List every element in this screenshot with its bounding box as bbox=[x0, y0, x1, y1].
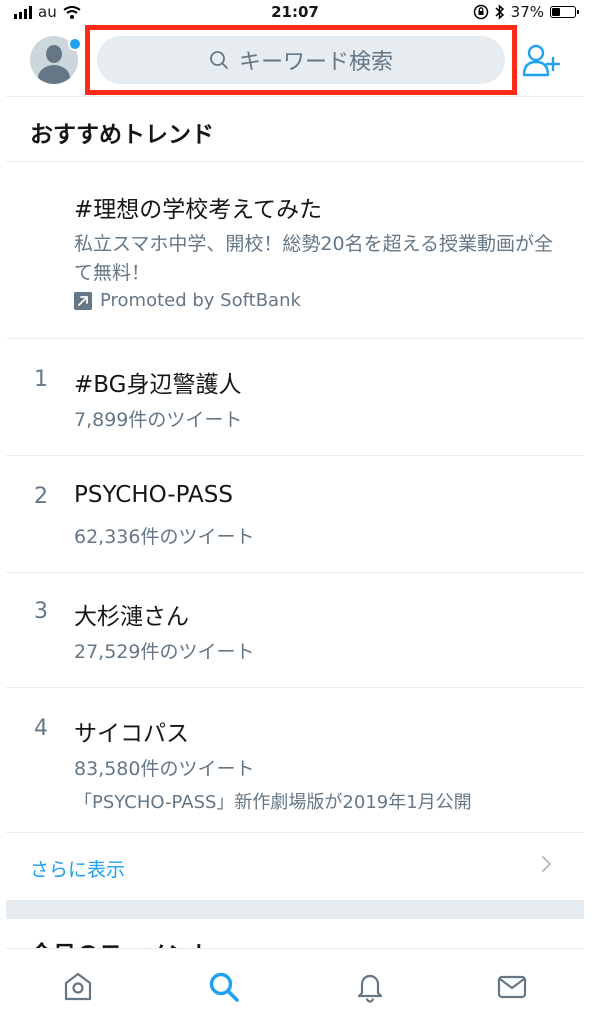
trend-rank: 3 bbox=[34, 599, 48, 624]
add-user-icon[interactable] bbox=[522, 42, 560, 80]
mail-icon bbox=[497, 975, 527, 999]
trend-tweet-count: 83,580件のツイート bbox=[74, 758, 255, 780]
notification-dot bbox=[68, 37, 82, 51]
home-icon bbox=[64, 972, 92, 1001]
show-more-link[interactable]: さらに表示 bbox=[30, 855, 125, 882]
tab-messages[interactable] bbox=[492, 967, 532, 1007]
trend-name: サイコパス bbox=[74, 721, 189, 747]
trend-name: PSYCHO-PASS bbox=[74, 482, 233, 508]
search-input[interactable]: キーワード検索 bbox=[97, 36, 505, 84]
trend-rank: 1 bbox=[34, 367, 48, 392]
chevron-right-icon bbox=[542, 856, 552, 872]
search-placeholder: キーワード検索 bbox=[238, 50, 393, 75]
search-icon bbox=[209, 972, 239, 1002]
trend-rank: 2 bbox=[34, 484, 48, 509]
trend-item[interactable]: 3 大杉漣さん 27,529件のツイート bbox=[6, 573, 584, 688]
trend-item[interactable]: 1 #BG身辺警護人 7,899件のツイート bbox=[6, 339, 584, 456]
promoted-by: Promoted by SoftBank bbox=[74, 290, 301, 311]
trend-description: 「PSYCHO-PASS」新作劇場版が2019年1月公開 bbox=[74, 792, 472, 813]
trend-item[interactable]: 4 サイコパス 83,580件のツイート 「PSYCHO-PASS」新作劇場版が… bbox=[6, 688, 584, 833]
trend-tweet-count: 62,336件のツイート bbox=[74, 526, 255, 548]
bell-icon bbox=[357, 974, 383, 1003]
battery-percent: 37% bbox=[510, 3, 544, 21]
app-screen: au 21:07 37% キーワード検索 おすすめトレンド #理想の学校考えてみ… bbox=[6, 0, 584, 1024]
trend-item[interactable]: 2 PSYCHO-PASS 62,336件のツイート bbox=[6, 456, 584, 573]
show-more-row[interactable]: さらに表示 bbox=[6, 833, 584, 901]
search-icon bbox=[210, 51, 228, 69]
trend-tweet-count: 7,899件のツイート bbox=[74, 409, 243, 431]
promoted-trend[interactable]: #理想の学校考えてみた 私立スマホ中学、開校！総勢20名を超える授業動画が全て無… bbox=[6, 162, 584, 339]
status-bar: au 21:07 37% bbox=[6, 0, 584, 24]
promoted-icon bbox=[74, 291, 92, 310]
trend-name: 大杉漣さん bbox=[74, 604, 189, 630]
orientation-lock-icon bbox=[473, 4, 488, 20]
promoted-by-label: Promoted by SoftBank bbox=[100, 290, 301, 311]
tab-explore[interactable] bbox=[204, 967, 244, 1007]
bluetooth-icon bbox=[495, 4, 504, 20]
battery-icon bbox=[550, 6, 579, 18]
status-right: 37% bbox=[473, 3, 579, 21]
tab-bar bbox=[6, 948, 584, 1024]
trend-name: #BG身辺警護人 bbox=[74, 372, 242, 398]
battery-fill bbox=[552, 8, 560, 16]
promoted-trend-description: 私立スマホ中学、開校！総勢20名を超える授業動画が全て無料！ bbox=[74, 233, 554, 284]
promoted-trend-name: #理想の学校考えてみた bbox=[74, 197, 323, 223]
tab-notifications[interactable] bbox=[350, 967, 390, 1007]
trend-tweet-count: 27,529件のツイート bbox=[74, 641, 255, 663]
trends-section-header: おすすめトレンド bbox=[6, 97, 584, 162]
trend-rank: 4 bbox=[34, 716, 48, 741]
section-title: おすすめトレンド bbox=[30, 122, 214, 148]
header: キーワード検索 bbox=[6, 24, 584, 97]
section-divider bbox=[6, 901, 584, 919]
tab-home[interactable] bbox=[58, 967, 98, 1007]
